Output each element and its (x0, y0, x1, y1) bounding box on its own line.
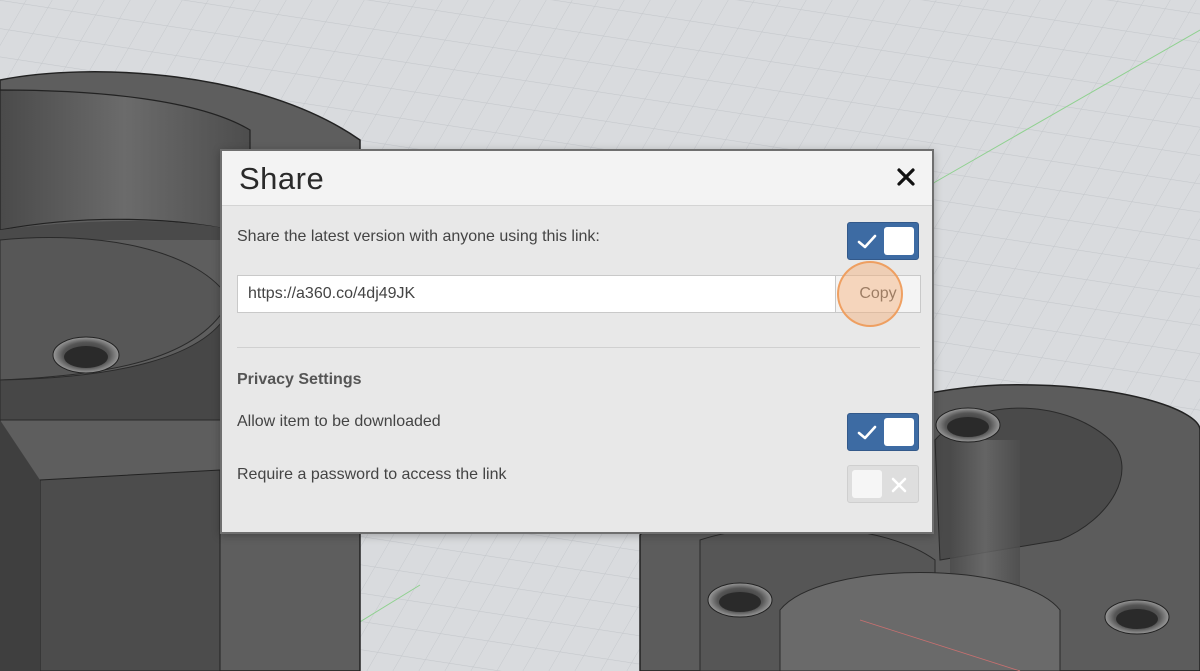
download-toggle[interactable] (847, 413, 919, 451)
download-label: Allow item to be downloaded (237, 413, 441, 430)
close-button[interactable] (892, 163, 920, 191)
x-icon (891, 477, 907, 493)
copy-button-label: Copy (859, 285, 897, 302)
checkmark-icon (857, 234, 877, 249)
password-label: Require a password to access the link (237, 466, 507, 483)
checkmark-icon (857, 425, 877, 440)
toggle-knob (852, 470, 882, 498)
dialog-title: Share (239, 161, 325, 196)
password-toggle[interactable] (847, 465, 919, 503)
close-icon (897, 168, 915, 186)
copy-button[interactable]: Copy (836, 275, 921, 313)
section-divider (237, 347, 920, 348)
share-link-input[interactable] (237, 275, 836, 313)
share-dialog: Share Share the latest version with anyo… (220, 149, 934, 534)
dialog-header: Share (222, 151, 932, 206)
toggle-knob (884, 227, 914, 255)
share-link-label: Share the latest version with anyone usi… (237, 228, 600, 245)
privacy-settings-title: Privacy Settings (237, 371, 362, 388)
toggle-knob (884, 418, 914, 446)
share-link-toggle[interactable] (847, 222, 919, 260)
